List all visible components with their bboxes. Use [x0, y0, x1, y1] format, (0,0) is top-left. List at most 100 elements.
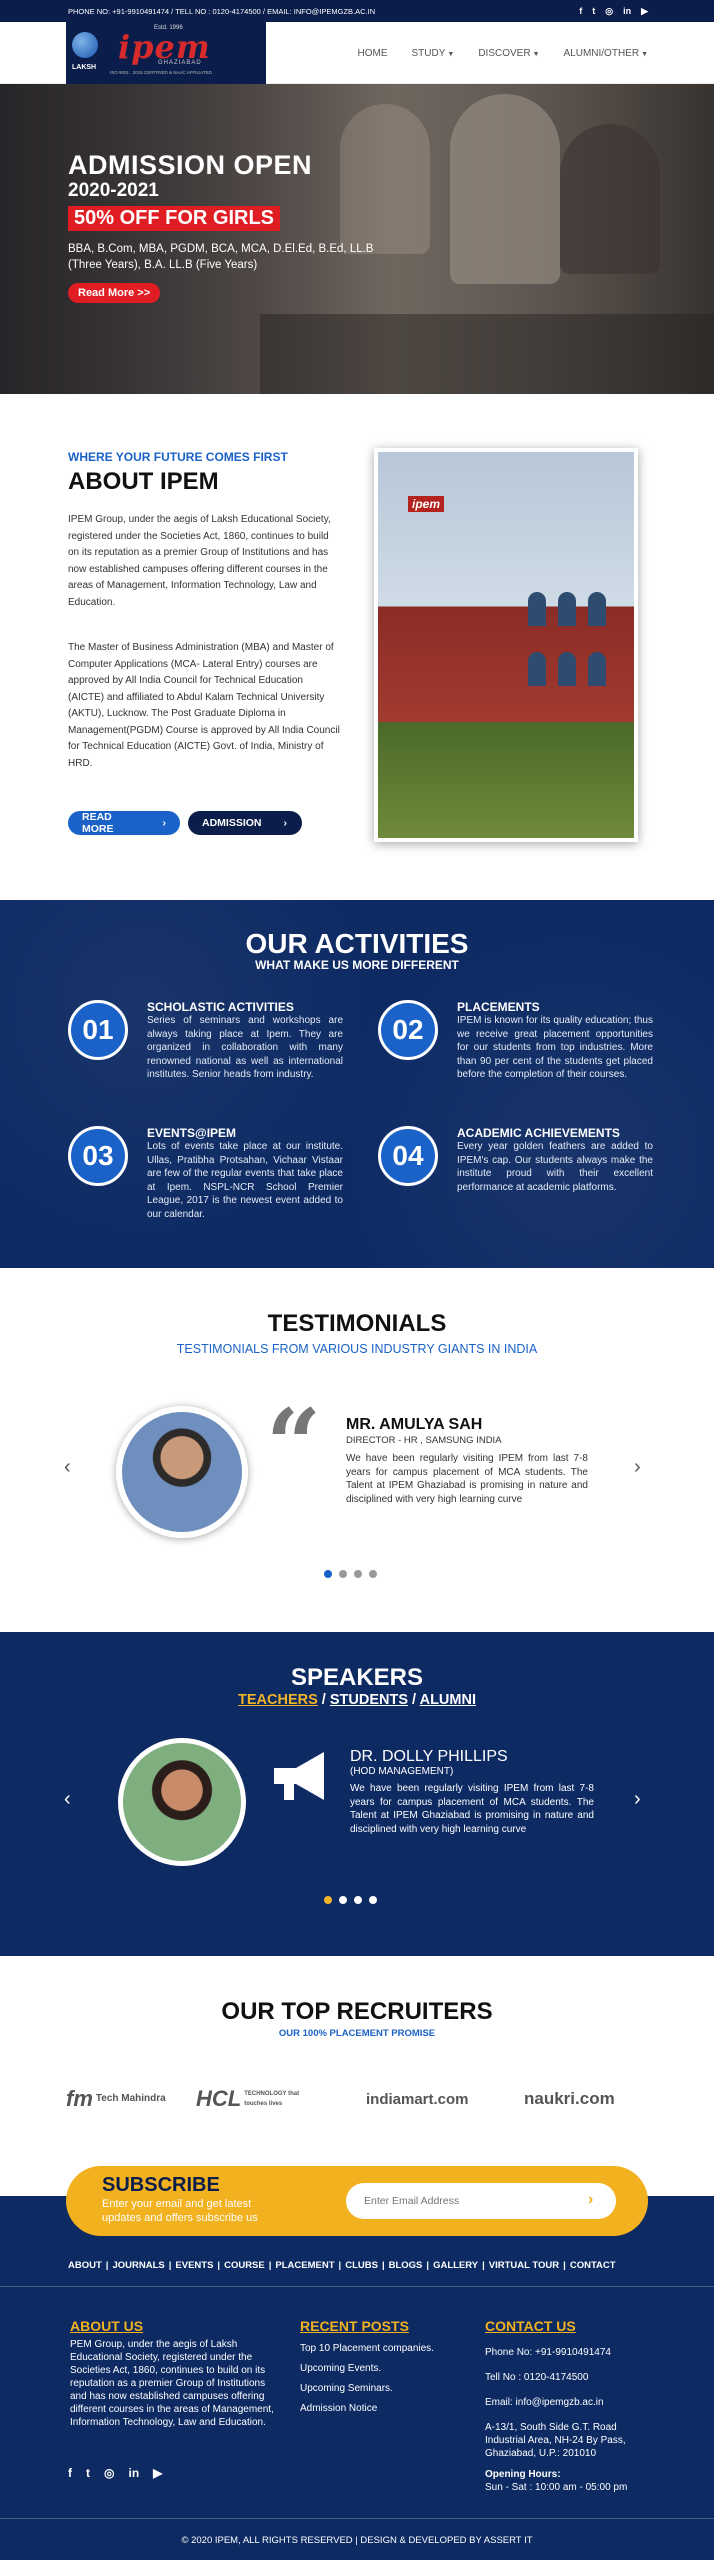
category-separator: / [408, 1692, 420, 1708]
read-more-button[interactable]: READ MORE › [68, 811, 180, 835]
recruiter-logo-naukri: naukri.com [524, 2082, 615, 2116]
footer-link-contact[interactable]: CONTACT [570, 2260, 616, 2271]
main-nav: HOME STUDY ▼ DISCOVER ▼ ALUMNI/OTHER ▼ [357, 48, 648, 59]
link-separator: | [563, 2260, 566, 2271]
carousel-dot[interactable] [339, 1896, 347, 1904]
footer-link-journals[interactable]: JOURNALS [112, 2260, 164, 2271]
carousel-dot[interactable] [369, 1896, 377, 1904]
divider [0, 2518, 714, 2519]
facebook-icon[interactable]: f [579, 6, 582, 17]
youtube-icon[interactable]: ▶ [153, 2466, 162, 2480]
linkedin-icon[interactable]: in [128, 2466, 139, 2480]
chevron-right-icon[interactable]: › [634, 1788, 641, 1811]
window-shape [588, 652, 606, 686]
instagram-icon[interactable]: ◎ [104, 2466, 114, 2480]
quote-icon: “ [266, 1388, 322, 1501]
footer-post-link[interactable]: Top 10 Placement companies. [300, 2343, 434, 2354]
footer-post-link[interactable]: Upcoming Seminars. [300, 2383, 434, 2394]
contact-info: PHONE NO: +91-9910491474 / TELL NO : 012… [68, 6, 376, 16]
ipem-logo[interactable]: LAKSH Estd. 1996 ipem GHAZIABAD ISO 9001… [66, 22, 266, 84]
carousel-dot[interactable] [354, 1570, 362, 1578]
category-alumni[interactable]: ALUMNI [420, 1692, 476, 1708]
nav-study[interactable]: STUDY ▼ [411, 48, 454, 59]
activity-number: 01 [68, 1000, 128, 1060]
testimonials-title: TESTIMONIALS [267, 1310, 447, 1337]
recruiter-mark: HCL [196, 2086, 242, 2111]
divider [0, 2286, 714, 2287]
speaker-text: We have been regularly visiting IPEM fro… [350, 1783, 594, 1835]
carousel-dot[interactable] [324, 1570, 332, 1578]
nav-home[interactable]: HOME [357, 48, 387, 59]
hero-read-more-button[interactable]: Read More >> [68, 283, 161, 303]
submit-arrow-icon[interactable]: › [588, 2191, 593, 2209]
recruiter-logo-indiamart: indiamart.com [366, 2082, 469, 2116]
speaker-avatar [118, 1738, 246, 1866]
footer-post-link[interactable]: Admission Notice [300, 2403, 434, 2414]
footer-phone: Phone No: +91-9910491474 [485, 2347, 611, 2358]
nav-discover[interactable]: DISCOVER ▼ [478, 48, 539, 59]
youtube-icon[interactable]: ▶ [641, 6, 648, 17]
instagram-icon[interactable]: ◎ [605, 6, 613, 17]
carousel-dot[interactable] [354, 1896, 362, 1904]
chevron-left-icon[interactable]: ‹ [64, 1456, 71, 1479]
link-separator: | [381, 2260, 385, 2271]
testimonial-role: DIRECTOR - HR , SAMSUNG INDIA [346, 1435, 502, 1446]
window-shape [588, 592, 606, 626]
nav-alumni-label: ALUMNI/OTHER [563, 48, 640, 59]
recruiters-subtitle: OUR 100% PLACEMENT PROMISE [278, 2028, 436, 2039]
activities-title: OUR ACTIVITIES [245, 928, 469, 959]
about-kicker: WHERE YOUR FUTURE COMES FIRST [68, 450, 288, 464]
footer-posts-column: RECENT POSTS Top 10 Placement companies.… [300, 2318, 434, 2414]
footer-post-link[interactable]: Upcoming Events. [300, 2363, 434, 2374]
testimonial-text: We have been regularly visiting IPEM fro… [346, 1453, 588, 1505]
campus-sign: ipem [408, 496, 445, 512]
activity-title: PLACEMENTS [457, 1000, 540, 1014]
category-teachers[interactable]: TEACHERS [238, 1692, 318, 1708]
recruiter-mark: indiamart.com [366, 2090, 469, 2108]
footer-link-about[interactable]: ABOUT [68, 2260, 102, 2271]
footer-email[interactable]: Email: info@ipemgzb.ac.in [485, 2396, 655, 2409]
activity-desc: Lots of events take place at our institu… [147, 1141, 343, 1220]
activity-title: SCHOLASTIC ACTIVITIES [147, 1000, 294, 1014]
carousel-dot[interactable] [339, 1570, 347, 1578]
footer-link-gallery[interactable]: GALLERY [433, 2260, 478, 2271]
hero-year: 2020-2021 [68, 180, 159, 201]
link-separator: | [217, 2260, 221, 2271]
subscribe-box: SUBSCRIBE Enter your email and get lates… [66, 2166, 648, 2236]
activity-number: 02 [378, 1000, 438, 1060]
linkedin-icon[interactable]: in [623, 6, 631, 17]
footer-about-title: ABOUT US [70, 2318, 144, 2334]
twitter-icon[interactable]: t [592, 6, 595, 17]
speakers-section: SPEAKERS TEACHERS / STUDENTS / ALUMNI ‹ … [0, 1632, 714, 1956]
footer-link-virtual-tour[interactable]: VIRTUAL TOUR [489, 2260, 559, 2271]
topbar-social-links: f t ◎ in ▶ [579, 6, 648, 17]
nav-alumni[interactable]: ALUMNI/OTHER ▼ [564, 48, 649, 59]
hero-overlay [0, 84, 714, 394]
chevron-right-icon[interactable]: › [634, 1456, 641, 1479]
footer-link-events[interactable]: EVENTS [175, 2260, 213, 2271]
footer-link-placement[interactable]: PLACEMENT [275, 2260, 334, 2271]
twitter-icon[interactable]: t [86, 2466, 90, 2480]
caret-down-icon: ▼ [447, 51, 455, 58]
hero-courses: BBA, B.Com, MBA, PGDM, BCA, MCA, D.El.Ed… [68, 243, 374, 271]
footer-link-course[interactable]: COURSE [224, 2260, 265, 2271]
carousel-dot[interactable] [369, 1570, 377, 1578]
email-input[interactable] [346, 2183, 616, 2219]
carousel-dot[interactable] [324, 1896, 332, 1904]
link-separator: | [105, 2260, 109, 2271]
chevron-left-icon[interactable]: ‹ [64, 1788, 71, 1811]
admission-button[interactable]: ADMISSION › [188, 811, 302, 835]
footer-social-links: f t ◎ in ▶ [68, 2466, 162, 2480]
activity-desc: Every year golden feathers are added to … [457, 1141, 653, 1193]
testimonial-carousel-dots [324, 1570, 377, 1578]
recruiter-mark: naukri.com [524, 2089, 615, 2108]
link-separator: | [338, 2260, 342, 2271]
category-students[interactable]: STUDENTS [330, 1692, 408, 1708]
footer-link-blogs[interactable]: BLOGS [389, 2260, 423, 2271]
activity-item: 01 SCHOLASTIC ACTIVITIES Series of semin… [68, 1000, 343, 1100]
footer-link-clubs[interactable]: CLUBS [345, 2260, 378, 2271]
activity-desc: IPEM is known for its quality education;… [457, 1015, 653, 1080]
speakers-title: SPEAKERS [290, 1664, 424, 1691]
activity-item: 02 PLACEMENTS IPEM is known for its qual… [378, 1000, 653, 1100]
facebook-icon[interactable]: f [68, 2466, 72, 2480]
